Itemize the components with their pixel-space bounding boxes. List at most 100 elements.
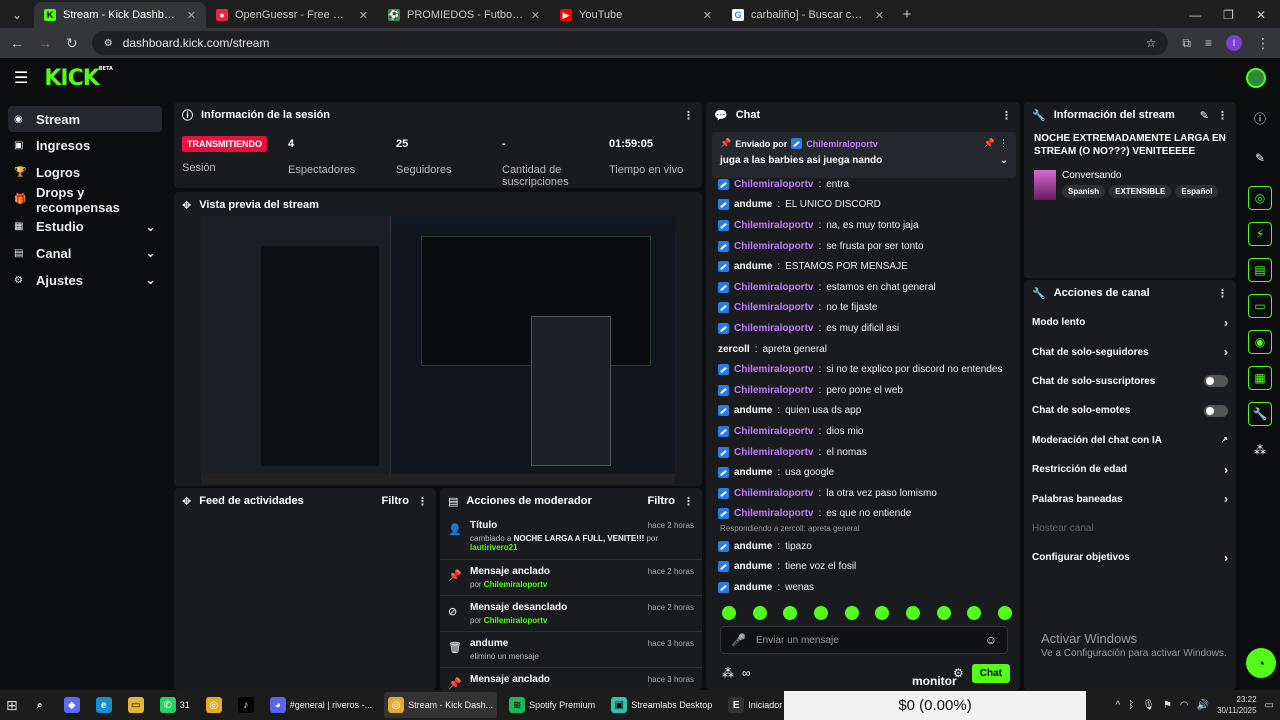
close-tab-icon[interactable]: ✕: [531, 9, 540, 22]
more-options-icon[interactable]: ⋮: [683, 109, 694, 122]
back-icon[interactable]: ←: [10, 35, 24, 51]
emoji-icon[interactable]: ☺: [985, 633, 997, 647]
chat-message[interactable]: zercoll: apreta general: [718, 339, 1008, 360]
chat-message[interactable]: Chilemiraloportv: la otra vez paso lomism…: [718, 483, 1008, 504]
close-tab-icon[interactable]: ✕: [703, 9, 712, 22]
stream-tag[interactable]: EXTENSIBLE: [1109, 185, 1172, 198]
close-window-icon[interactable]: ✕: [1256, 8, 1266, 22]
sidebar-item-estudio[interactable]: ▦ Estudio ⌄: [8, 214, 162, 240]
chat-username[interactable]: Chilemiraloportv: [734, 282, 813, 293]
activity-filter-button[interactable]: Filtro: [382, 495, 410, 507]
moderator-action-item[interactable]: 👤 Título cambiado a NOCHE LARGA A FULL, VE…: [440, 514, 702, 560]
tray-chevron-icon[interactable]: ^: [1116, 700, 1121, 711]
mod-desc-user[interactable]: Chilemiraloportv: [484, 616, 548, 625]
channel-action-chat-de-solo-suscriptores[interactable]: Chat de solo-suscriptores: [1024, 367, 1236, 396]
support-chat-button[interactable]: ◔: [1246, 648, 1276, 678]
chat-message[interactable]: Chilemiraloportv: se frusta por ser tonto: [718, 236, 1008, 257]
sidebar-item-logros[interactable]: 🏆 Logros: [8, 160, 162, 186]
info-icon[interactable]: ⓘ: [1248, 106, 1272, 130]
grid-icon[interactable]: ▦: [1248, 366, 1272, 390]
wifi-icon[interactable]: ◠: [1180, 700, 1189, 711]
channel-action-palabras-baneadas[interactable]: Palabras baneadas ›: [1024, 484, 1236, 513]
chevron-down-icon[interactable]: ⌄: [1000, 155, 1008, 166]
moderator-action-item[interactable]: 🗑 andume eliminó un mensaje hace 3 horas: [440, 632, 702, 668]
sidebar-item-ajustes[interactable]: ⚙ Ajustes ⌄: [8, 267, 162, 293]
more-options-icon[interactable]: ⋮: [417, 495, 428, 508]
emote-icon[interactable]: [875, 606, 890, 620]
chat-message[interactable]: Chilemiraloportv: dios mio: [718, 421, 1008, 442]
hamburger-menu-icon[interactable]: ☰: [14, 68, 28, 88]
pinned-message[interactable]: 📌 Enviado por Chilemiraloportv 📌 ⋮ juga …: [712, 132, 1016, 178]
more-options-icon[interactable]: ⋮: [1217, 109, 1228, 122]
close-tab-icon[interactable]: ✕: [875, 9, 884, 22]
bookmark-star-icon[interactable]: ☆: [1146, 36, 1157, 50]
browser-tab[interactable]: Gcarbaliño] - Buscar con Google ✕: [722, 2, 894, 28]
sidebar-item-canal[interactable]: ▤ Canal ⌄: [8, 240, 162, 266]
chat-message[interactable]: Chilemiraloportv: si no te explico por di…: [718, 359, 1008, 380]
chat-username[interactable]: Chilemiraloportv: [734, 323, 813, 334]
browser-tab[interactable]: ⚽ PROMIEDOS - Futbol Argentino ✕: [378, 2, 550, 28]
chat-message[interactable]: Chilemiraloportv: entra: [718, 174, 1008, 195]
stream-tag[interactable]: Spanish: [1062, 185, 1106, 198]
emote-icon[interactable]: [997, 606, 1012, 620]
reading-list-icon[interactable]: ≡: [1205, 36, 1212, 50]
channel-action-chat-de-solo-emotes[interactable]: Chat de solo-emotes: [1024, 396, 1236, 425]
reload-icon[interactable]: ↻: [66, 35, 78, 52]
microphone-icon[interactable]: 🎤: [731, 633, 746, 647]
address-bar[interactable]: ⚙ dashboard.kick.com/stream ☆: [91, 31, 1169, 55]
moderator-filter-button[interactable]: Filtro: [648, 495, 676, 507]
chat-username[interactable]: andume: [734, 199, 772, 210]
clock[interactable]: 23:22 30/11/2025: [1217, 694, 1256, 716]
channel-action-chat-de-solo-seguidores[interactable]: Chat de solo-seguidores ›: [1024, 337, 1236, 366]
extensions-icon[interactable]: ⧉: [1182, 36, 1191, 51]
profile-avatar[interactable]: I: [1226, 35, 1242, 51]
close-tab-icon[interactable]: ✕: [359, 9, 368, 22]
sidebar-item-stream[interactable]: ◉ Stream: [8, 106, 162, 132]
sidebar-item-ingresos[interactable]: ▣ Ingresos: [8, 133, 162, 159]
chat-message[interactable]: andume: usa google: [718, 462, 1008, 483]
chat-username[interactable]: Chilemiraloportv: [734, 488, 813, 499]
taskbar-app[interactable]: ♪: [234, 692, 258, 718]
moderator-action-item[interactable]: ⊘ Mensaje desanclado por Chilemiraloportv h…: [440, 596, 702, 632]
sidebar-item-drops-y-recompensas[interactable]: 🎁 Drops y recompensas: [8, 185, 162, 215]
notifications-icon[interactable]: ▭: [1265, 700, 1274, 711]
lightning-icon[interactable]: ⚡: [1248, 222, 1272, 246]
chat-message[interactable]: Chilemiraloportv: na, es muy tonto jaja: [718, 215, 1008, 236]
chat-message[interactable]: andume: quien usa ds app: [718, 401, 1008, 422]
chat-username[interactable]: Chilemiraloportv: [734, 241, 813, 252]
emote-icon[interactable]: [844, 606, 859, 620]
chat-username[interactable]: Chilemiraloportv: [734, 364, 813, 375]
chat-username[interactable]: andume: [734, 467, 772, 478]
taskbar-app[interactable]: ◎ Stream - Kick Dash...: [384, 692, 498, 718]
chat-options-icon[interactable]: ⋮: [1001, 109, 1012, 122]
unpin-icon[interactable]: 📌: [984, 138, 995, 149]
mod-desc-user[interactable]: Chilemiraloportv: [484, 580, 548, 589]
chat-message[interactable]: andume: wenas: [718, 577, 1008, 598]
chat-username[interactable]: Chilemiraloportv: [734, 179, 813, 190]
taskbar-app[interactable]: ⌕: [28, 692, 52, 718]
chat-message[interactable]: andume: tiene voz el fosil: [718, 557, 1008, 578]
bluetooth-icon[interactable]: ᛒ: [1128, 700, 1134, 711]
taskbar-app[interactable]: ◆: [60, 692, 84, 718]
chat-username[interactable]: Chilemiraloportv: [734, 508, 813, 519]
infinity-icon[interactable]: ∞: [742, 666, 751, 680]
close-tab-icon[interactable]: ✕: [187, 9, 196, 22]
toggle-switch[interactable]: [1204, 404, 1228, 417]
emote-icon[interactable]: [783, 606, 798, 620]
chat-username[interactable]: Chilemiraloportv: [734, 385, 813, 396]
chat-message[interactable]: andume: ESTAMOS POR MENSAJE: [718, 256, 1008, 277]
language-icon[interactable]: ⚑: [1163, 700, 1172, 711]
browser-menu-icon[interactable]: ⋮: [1256, 35, 1270, 52]
moderator-action-item[interactable]: 📌 Mensaje anclado por Chilemiraloportv hace…: [440, 560, 702, 596]
user-avatar[interactable]: [1246, 68, 1266, 88]
chat-username[interactable]: andume: [734, 541, 772, 552]
chat-username[interactable]: Chilemiraloportv: [734, 302, 813, 313]
emote-icon[interactable]: [752, 606, 767, 620]
tools-icon[interactable]: 🔧: [1248, 402, 1272, 426]
forward-icon[interactable]: →: [38, 35, 52, 51]
chat-username[interactable]: andume: [734, 561, 772, 572]
stream-tag[interactable]: Español: [1175, 185, 1219, 198]
taskbar-app[interactable]: ▣ Streamlabs Desktop: [607, 692, 716, 718]
emote-icon[interactable]: [967, 606, 982, 620]
chat-message[interactable]: andume: tipazo: [718, 536, 1008, 557]
